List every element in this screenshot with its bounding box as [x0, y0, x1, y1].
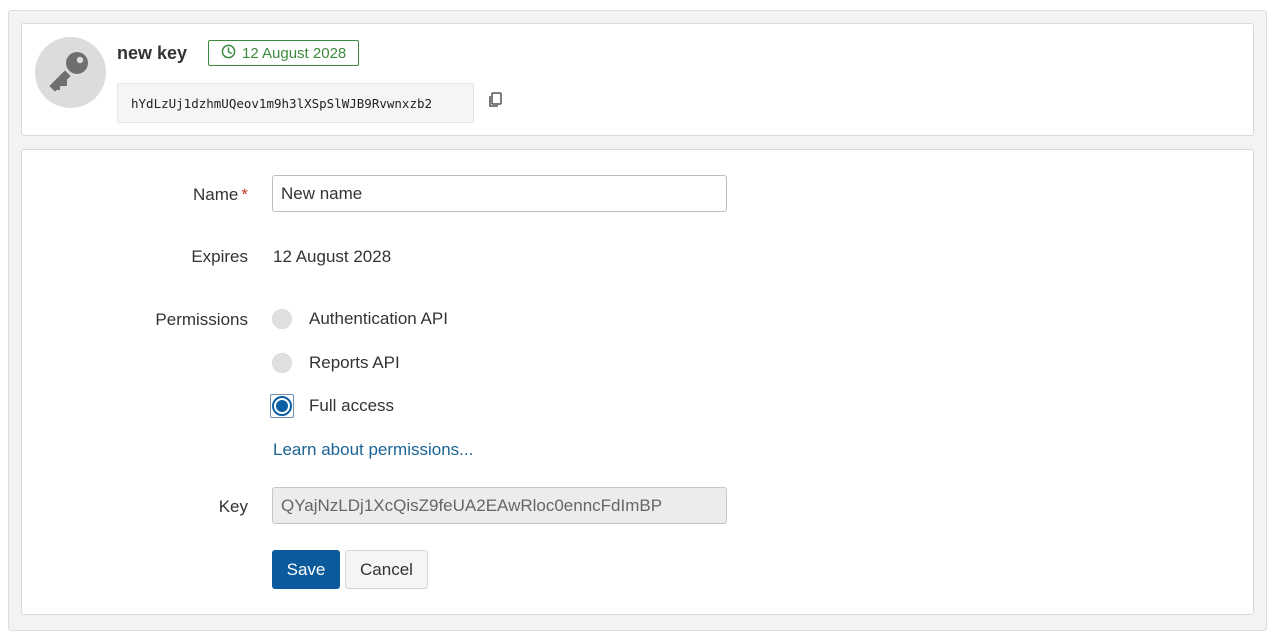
key-edit-form: Name* Expires 12 August 2028 Permissions… [21, 149, 1254, 615]
key-label: Key [218, 497, 248, 516]
key-input[interactable] [272, 487, 727, 524]
radio-full-access[interactable] [272, 396, 292, 416]
name-input[interactable] [272, 175, 727, 212]
expiry-badge: 12 August 2028 [208, 40, 360, 66]
key-avatar [35, 37, 106, 108]
expires-label: Expires [191, 247, 248, 266]
radio-focus-ring [270, 394, 294, 418]
key-summary-card: new key 12 August 2028 hYdLzUj1dzhmUQeov… [21, 23, 1254, 136]
copy-icon[interactable] [486, 91, 504, 114]
required-marker: * [241, 185, 248, 204]
permissions-label: Permissions [155, 310, 248, 329]
expires-value: 12 August 2028 [273, 247, 392, 266]
radio-label: Reports API [309, 353, 400, 372]
page-container: new key 12 August 2028 hYdLzUj1dzhmUQeov… [8, 10, 1267, 631]
key-icon [48, 48, 93, 97]
radio-reports-api[interactable] [272, 353, 292, 373]
radio-authentication-api[interactable] [272, 309, 292, 329]
learn-permissions-link[interactable]: Learn about permissions... [273, 440, 473, 460]
radio-label: Full access [309, 396, 395, 415]
permission-option-full-access[interactable]: Full access [270, 394, 395, 418]
radio-label: Authentication API [309, 309, 448, 328]
copy-token-button[interactable] [483, 90, 507, 114]
permission-option-reports-api[interactable]: Reports API [272, 351, 400, 375]
clock-icon [221, 44, 236, 63]
cancel-button[interactable]: Cancel [345, 550, 428, 589]
key-title: new key [117, 43, 188, 63]
key-token: hYdLzUj1dzhmUQeov1m9h3lXSpSlWJB9Rvwnxzb2 [117, 83, 474, 123]
save-button[interactable]: Save [272, 550, 340, 589]
expiry-badge-text: 12 August 2028 [242, 44, 347, 62]
permission-option-authentication-api[interactable]: Authentication API [272, 307, 448, 331]
name-label: Name * [193, 185, 248, 204]
